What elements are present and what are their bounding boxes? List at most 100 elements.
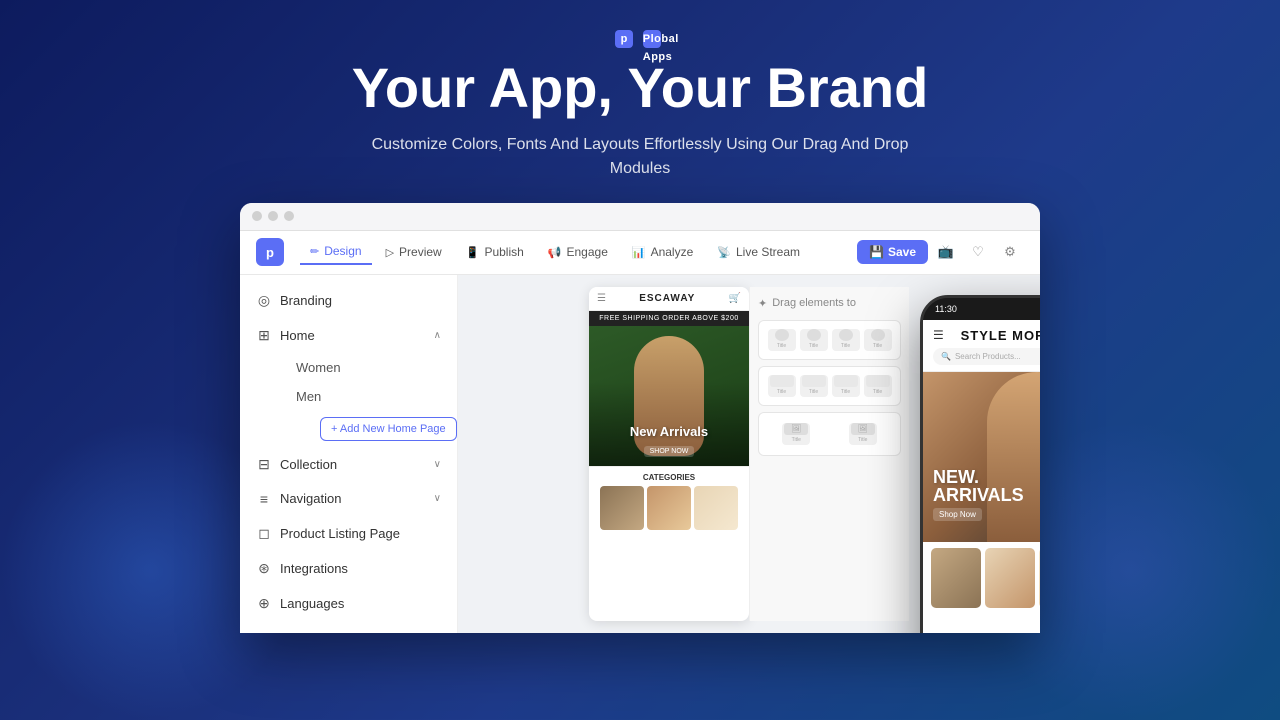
drag-cell-rect-4: Title: [864, 375, 892, 397]
home-label: Home: [280, 328, 426, 343]
mobile-hero-new: NEW.: [933, 468, 1024, 486]
navigation-label: Navigation: [280, 491, 426, 506]
drag-row-circles[interactable]: Title Title Title: [758, 320, 901, 360]
drag-panel-label: Drag elements to: [772, 297, 856, 309]
main-content: ◎ Branding ⊞ Home ∧ Women Men + Add New …: [240, 275, 1040, 633]
mobile-search-placeholder: Search Products...: [955, 352, 1021, 361]
shop-now-text: SHOP NOW: [644, 446, 695, 457]
category-image-1: [600, 486, 644, 530]
mobile-shop-now[interactable]: Shop Now: [933, 508, 982, 521]
preview-icon: ▷: [386, 246, 394, 259]
new-arrivals-text: New Arrivals: [630, 425, 708, 439]
integrations-label: Integrations: [280, 561, 441, 576]
save-button[interactable]: 💾 Save: [857, 240, 928, 264]
category-image-2: [647, 486, 691, 530]
mobile-shop-name: STYLE MORE: [961, 328, 1040, 343]
settings-button[interactable]: ⚙: [996, 238, 1024, 266]
drag-panel-title: ✦ Drag elements to: [758, 297, 901, 310]
drag-cell-img-2: 🖼 Title: [849, 423, 877, 445]
branding-icon: ◎: [256, 292, 272, 309]
mobile-mockup: 11:30 ▐▐ 📶 ☰ STYLE MORE 🛒 🔍: [920, 295, 1040, 633]
phone-preview-header: ☰ ESCAWAY 🛒: [589, 287, 749, 311]
home-icon: ⊞: [256, 327, 272, 344]
drag-circle-3: [839, 329, 853, 341]
mobile-bottom-section: [923, 542, 1040, 614]
mobile-cat-thumb-2: [985, 548, 1035, 608]
phone-promo-banner: FREE SHIPPING ORDER ABOVE $200: [589, 311, 749, 326]
tab-livestream[interactable]: 📡 Live Stream: [707, 240, 810, 264]
tab-design[interactable]: ✏ Design: [300, 239, 372, 265]
canvas-area: ☰ ESCAWAY 🛒 FREE SHIPPING ORDER ABOVE $2…: [458, 275, 1040, 633]
drag-row-images[interactable]: 🖼 Title 🖼 Title: [758, 412, 901, 456]
drag-rect-4: [866, 375, 890, 387]
tab-analyze[interactable]: 📊 Analyze: [622, 240, 703, 264]
window-dots: [252, 211, 294, 221]
mobile-time: 11:30: [935, 304, 957, 314]
integrations-icon: ⊛: [256, 560, 272, 577]
sidebar-item-product-listing[interactable]: ◻ Product Listing Page: [240, 516, 457, 551]
product-listing-icon: ◻: [256, 525, 272, 542]
branding-label: Branding: [280, 293, 441, 308]
dot-close: [252, 211, 262, 221]
drag-panel: ✦ Drag elements to Title Tit: [749, 287, 909, 621]
hero-title: Your App, Your Brand: [350, 57, 930, 119]
mobile-hero-banner: NEW. ARRIVALS Shop Now: [923, 372, 1040, 542]
menu-icon: ☰: [597, 293, 606, 304]
window-titlebar: [240, 203, 1040, 231]
mobile-screen: ☰ STYLE MORE 🛒 🔍 Search Products...: [923, 320, 1040, 633]
sidebar-item-men[interactable]: Men: [280, 382, 457, 411]
categories-grid: [597, 486, 741, 530]
tab-preview-label: Preview: [399, 245, 442, 259]
drag-circle-1: [775, 329, 789, 341]
drag-row-rectangles[interactable]: Title Title Title: [758, 366, 901, 406]
heart-button[interactable]: ♡: [964, 238, 992, 266]
sidebar-item-integrations[interactable]: ⊛ Integrations: [240, 551, 457, 586]
livestream-icon: 📡: [717, 246, 731, 259]
mobile-search-icon: 🔍: [941, 352, 951, 361]
add-home-page-button[interactable]: + Add New Home Page: [320, 417, 457, 441]
drag-img-1: 🖼: [784, 423, 808, 435]
window-body: p ✏ Design ▷ Preview 📱 Publish 📢 Engage …: [240, 231, 1040, 633]
tab-preview[interactable]: ▷ Preview: [376, 240, 452, 264]
hero-subtitle: Customize Colors, Fonts And Layouts Effo…: [350, 133, 930, 181]
publish-icon: 📱: [466, 246, 480, 259]
engage-icon: 📢: [548, 246, 562, 259]
mobile-hero-text: NEW. ARRIVALS Shop Now: [933, 468, 1024, 522]
sidebar-item-branding[interactable]: ◎ Branding: [240, 283, 457, 318]
drag-rect-1: [770, 375, 794, 387]
tab-engage[interactable]: 📢 Engage: [538, 240, 618, 264]
men-label: Men: [296, 389, 321, 404]
mobile-cat-thumb-3: [1039, 548, 1040, 608]
drag-cell-2: Title: [800, 329, 828, 351]
navigation-icon: ≡: [256, 491, 272, 507]
languages-icon: ⊕: [256, 595, 272, 612]
sidebar-item-women[interactable]: Women: [280, 353, 457, 382]
drag-cell-1: Title: [768, 329, 796, 351]
drag-cell-4: Title: [864, 329, 892, 351]
brand-name: p Plobal Apps: [350, 28, 930, 49]
drag-cell-img-1: 🖼 Title: [782, 423, 810, 445]
mobile-search-bar[interactable]: 🔍 Search Products...: [933, 348, 1040, 365]
mobile-statusbar: 11:30 ▐▐ 📶: [923, 298, 1040, 320]
sidebar-item-navigation[interactable]: ≡ Navigation ∨: [240, 482, 457, 516]
analyze-icon: 📊: [632, 246, 646, 259]
drag-img-2: 🖼: [851, 423, 875, 435]
mobile-shop-header: ☰ STYLE MORE 🛒 🔍 Search Products...: [923, 320, 1040, 372]
phone-categories: CATEGORIES: [589, 466, 749, 536]
collection-label: Collection: [280, 457, 426, 472]
save-label: Save: [888, 245, 916, 259]
drag-rect-2: [802, 375, 826, 387]
header-section: p Plobal Apps Your App, Your Brand Custo…: [350, 0, 930, 181]
sidebar-item-languages[interactable]: ⊕ Languages: [240, 586, 457, 621]
product-listing-label: Product Listing Page: [280, 526, 441, 541]
logo-badge: p: [256, 238, 284, 266]
collection-chevron-icon: ∨: [434, 459, 441, 470]
languages-label: Languages: [280, 596, 441, 611]
cast-button[interactable]: 📺: [932, 238, 960, 266]
drag-cell-3: Title: [832, 329, 860, 351]
mobile-hero-arrivals: ARRIVALS: [933, 486, 1024, 504]
sidebar-item-home[interactable]: ⊞ Home ∧: [240, 318, 457, 353]
tab-publish-label: Publish: [484, 245, 523, 259]
tab-publish[interactable]: 📱 Publish: [456, 240, 534, 264]
sidebar-item-collection[interactable]: ⊟ Collection ∨: [240, 447, 457, 482]
